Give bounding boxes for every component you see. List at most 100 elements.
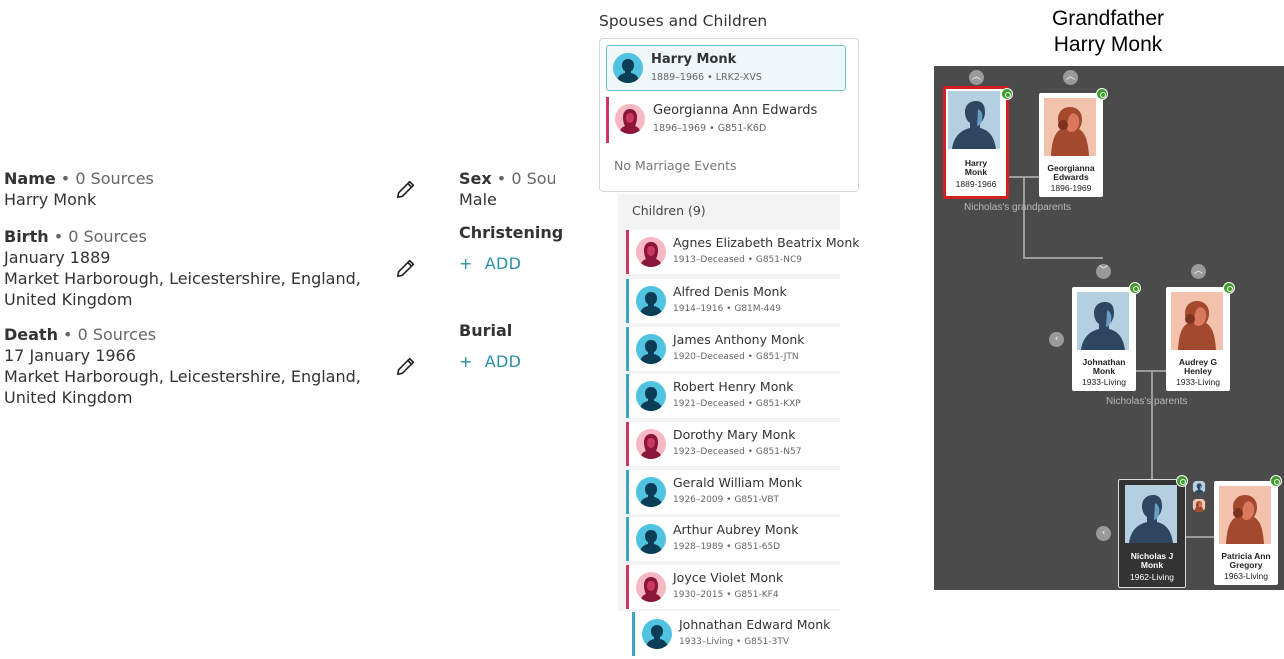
expand-up-chevron-icon[interactable]: ︿ — [1063, 70, 1078, 85]
spouse-meta: 1896–1969 • G851-K6D — [653, 123, 767, 134]
tree-title-name: Harry Monk — [1053, 33, 1163, 56]
child-name: Arthur Aubrey Monk — [673, 522, 799, 537]
spouse-name: Harry Monk — [651, 52, 737, 67]
christening-heading: Christening — [459, 223, 564, 242]
tree-title-relation: Grandfather — [1051, 7, 1165, 30]
vital-name: Name • 0 Sources Harry Monk — [4, 168, 154, 210]
record-hint-icon[interactable] — [1129, 282, 1141, 294]
spouse-meta: 1889–1966 • LRK2-XVS — [651, 72, 762, 83]
male-portrait-icon — [948, 91, 1000, 149]
record-hint-icon[interactable] — [1001, 88, 1013, 100]
tree-card-nicholas[interactable]: Nicholas J Monk 1962-Living — [1118, 479, 1186, 588]
child-name: Gerald William Monk — [673, 475, 802, 490]
tree-card-audrey[interactable]: Audrey G Henley 1933-Living — [1166, 287, 1230, 391]
tree-card-johnathan[interactable]: Johnathan Monk 1933-Living — [1072, 287, 1136, 391]
vital-death: Death • 0 Sources 17 January 1966 Market… — [4, 324, 361, 408]
child-meta: 1926–2009 • G851-VBT — [673, 495, 780, 505]
death-sources[interactable]: • 0 Sources — [58, 325, 156, 344]
female-avatar-icon — [615, 104, 645, 134]
male-avatar-icon — [636, 334, 666, 364]
children-header: Children (9) — [632, 203, 706, 218]
burial-add-button[interactable]: + ADD — [459, 352, 521, 371]
child-meta: 1920–Deceased • G851-JTN — [673, 352, 799, 362]
card-surname: Henley — [1184, 366, 1212, 376]
female-portrait-icon — [1044, 98, 1096, 156]
child-card[interactable]: Alfred Denis Monk 1914–1916 • G81M-449 — [626, 279, 840, 323]
female-avatar-icon — [636, 237, 666, 267]
sibling-male-mini-icon[interactable] — [1192, 480, 1206, 494]
card-surname: Monk — [964, 167, 988, 177]
add-label: ADD — [484, 352, 522, 371]
record-hint-icon[interactable] — [1096, 88, 1108, 100]
child-meta: 1921–Deceased • G851-KXP — [673, 399, 801, 409]
spouse-card-harry[interactable]: Harry Monk 1889–1966 • LRK2-XVS — [606, 45, 846, 91]
child-name: Joyce Violet Monk — [673, 570, 784, 585]
child-meta: 1914–1916 • G81M-449 — [673, 304, 781, 314]
descent-line — [1151, 372, 1153, 480]
card-dates: 1933-Living — [1082, 377, 1126, 387]
sibling-female-mini-icon[interactable] — [1192, 498, 1206, 512]
edit-death-pencil-icon[interactable] — [395, 355, 417, 377]
spouse-name: Georgianna Ann Edwards — [653, 103, 818, 118]
card-surname: Monk — [1140, 560, 1164, 570]
birth-place: Market Harborough, Leicestershire, Engla… — [4, 269, 361, 288]
child-name: Alfred Denis Monk — [673, 284, 787, 299]
card-surname: Monk — [1092, 366, 1116, 376]
vital-sex: Sex • 0 Sourc Male — [459, 168, 555, 210]
expand-up-chevron-icon[interactable]: ︿ — [969, 70, 984, 85]
death-date: 17 January 1966 — [4, 346, 136, 365]
child-card[interactable]: Agnes Elizabeth Beatrix Monk 1913–Decease… — [626, 230, 859, 274]
child-card[interactable]: Joyce Violet Monk 1930–2015 • G851-KF4 — [626, 565, 840, 609]
expand-down-chevron-icon[interactable]: ﹀ — [1096, 264, 1111, 279]
female-portrait-icon — [1171, 292, 1223, 350]
record-hint-icon[interactable] — [1270, 475, 1282, 487]
record-hint-icon[interactable] — [1176, 475, 1188, 487]
male-avatar-icon — [636, 477, 666, 507]
child-card[interactable]: Johnathan Edward Monk 1933–Living • G851-… — [632, 612, 830, 656]
child-card[interactable]: Dorothy Mary Monk 1923–Deceased • G851-N5… — [626, 422, 840, 466]
card-dates: 1933-Living — [1176, 377, 1220, 387]
tree-card-harry[interactable]: Harry Monk 1889-1966 — [943, 86, 1009, 199]
male-avatar-icon — [642, 619, 672, 649]
edit-name-pencil-icon[interactable] — [395, 178, 417, 200]
expand-left-chevron-icon[interactable]: ‹ — [1096, 526, 1111, 541]
birth-place-country: United Kingdom — [4, 290, 133, 309]
tree-title: Grandfather Harry Monk — [1000, 6, 1216, 58]
family-tree-canvas[interactable]: ︿ ︿ ﹀ ︿ ‹ ‹ Harry Monk 1889-1966 Georgia… — [934, 66, 1284, 590]
name-sources[interactable]: • 0 Sources — [56, 169, 154, 188]
sex-label: Sex — [459, 169, 492, 188]
child-name: Johnathan Edward Monk — [679, 617, 831, 632]
tree-card-patricia[interactable]: Patricia Ann Gregory 1963-Living — [1214, 481, 1278, 585]
vital-birth: Birth • 0 Sources January 1889 Market Ha… — [4, 226, 361, 310]
card-surname: Edwards — [1053, 172, 1089, 182]
death-place: Market Harborough, Leicestershire, Engla… — [4, 367, 361, 386]
expand-left-chevron-icon[interactable]: ‹ — [1049, 332, 1064, 347]
expand-up-chevron-icon[interactable]: ︿ — [1191, 264, 1206, 279]
death-label: Death — [4, 325, 58, 344]
male-portrait-icon — [1125, 485, 1177, 543]
birth-date: January 1889 — [4, 248, 111, 267]
card-dates: 1962-Living — [1130, 572, 1174, 582]
child-name: James Anthony Monk — [673, 332, 805, 347]
couple-line — [1185, 536, 1215, 538]
sex-value: Male — [459, 190, 497, 209]
card-surname: Gregory — [1229, 560, 1263, 570]
male-avatar-icon — [636, 286, 666, 316]
child-card[interactable]: James Anthony Monk 1920–Deceased • G851-J… — [626, 327, 840, 371]
child-card[interactable]: Arthur Aubrey Monk 1928–1989 • G851-65D — [626, 517, 840, 561]
child-card[interactable]: Gerald William Monk 1926–2009 • G851-VBT — [626, 470, 840, 514]
birth-sources[interactable]: • 0 Sources — [49, 227, 147, 246]
record-hint-icon[interactable] — [1223, 282, 1235, 294]
christening-add-button[interactable]: + ADD — [459, 254, 521, 273]
child-card[interactable]: Robert Henry Monk 1921–Deceased • G851-KX… — [626, 374, 840, 418]
sex-sources[interactable]: • 0 Sourc — [492, 169, 555, 188]
male-portrait-icon — [1077, 292, 1129, 350]
child-name: Robert Henry Monk — [673, 379, 794, 394]
child-meta: 1928–1989 • G851-65D — [673, 542, 781, 552]
add-label: ADD — [484, 254, 522, 273]
female-avatar-icon — [636, 429, 666, 459]
death-place-country: United Kingdom — [4, 388, 133, 407]
spouse-card-georgianna[interactable]: Georgianna Ann Edwards 1896–1969 • G851-… — [606, 97, 846, 143]
tree-card-georgianna[interactable]: Georgianna Edwards 1896-1969 — [1039, 93, 1103, 197]
edit-birth-pencil-icon[interactable] — [395, 257, 417, 279]
